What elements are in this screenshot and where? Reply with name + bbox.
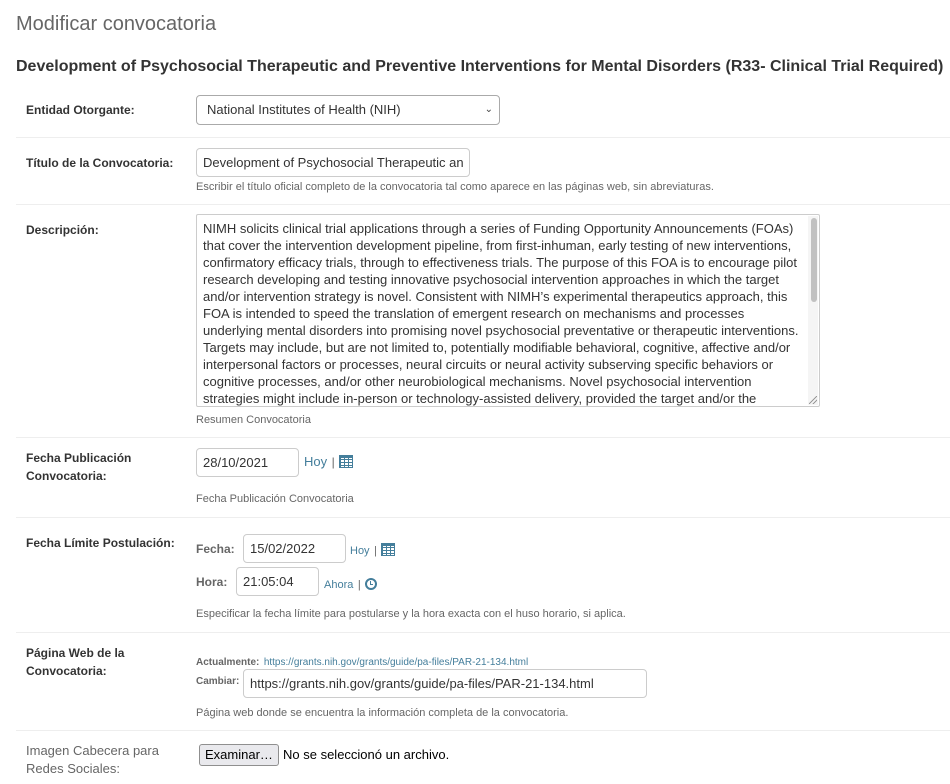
page-title: Modificar convocatoria <box>16 13 217 35</box>
header-image-label: Imagen Cabecera para Redes Sociales: <box>26 743 159 776</box>
pub-date-label: Fecha Publicación Convocatoria: <box>26 451 132 483</box>
deadline-help: Especificar la fecha límite para postula… <box>196 608 626 620</box>
deadline-time-separator: | <box>357 579 361 591</box>
chevron-down-icon: ⌄ <box>484 104 493 115</box>
webpage-current-link[interactable]: https://grants.nih.gov/grants/guide/pa-f… <box>264 657 528 668</box>
description-row: Descripción: NIMH solicits clinical tria… <box>16 204 950 438</box>
webpage-current: Actualmente: https://grants.nih.gov/gran… <box>196 652 528 670</box>
header-image-row: Imagen Cabecera para Redes Sociales: Exa… <box>16 730 950 784</box>
deadline-date-input[interactable]: 15/02/2022 <box>243 534 346 563</box>
pub-date-today-link[interactable]: Hoy <box>304 454 327 469</box>
deadline-row: Fecha Límite Postulación: Fecha: 15/02/2… <box>16 517 950 633</box>
deadline-time-label: Hora: <box>196 575 228 589</box>
entity-row: Entidad Otorgante: National Institutes o… <box>16 80 950 138</box>
title-label: Título de la Convocatoria: <box>26 156 174 170</box>
description-scroll-thumb[interactable] <box>811 218 817 302</box>
webpage-url-input[interactable]: https://grants.nih.gov/grants/guide/pa-f… <box>243 669 647 698</box>
deadline-now-link[interactable]: Ahora <box>324 579 353 591</box>
clock-icon[interactable] <box>365 577 378 590</box>
calendar-icon[interactable] <box>381 543 396 557</box>
webpage-row: Página Web de la Convocatoria: Actualmen… <box>16 632 950 731</box>
deadline-today-link[interactable]: Hoy <box>350 545 370 557</box>
file-status: No se seleccionó un archivo. <box>283 747 450 762</box>
pub-date-separator: | <box>331 455 335 469</box>
pub-date-help: Fecha Publicación Convocatoria <box>196 493 354 505</box>
deadline-date-separator: | <box>374 545 377 557</box>
entity-label: Entidad Otorgante: <box>26 103 135 117</box>
description-label: Descripción: <box>26 223 99 237</box>
webpage-help: Página web donde se encuentra la informa… <box>196 707 569 719</box>
grant-title: Development of Psychosocial Therapeutic … <box>16 58 944 75</box>
title-help: Escribir el título oficial completo de l… <box>196 181 714 193</box>
pub-date-input[interactable]: 28/10/2021 <box>196 448 299 477</box>
resize-grip-icon[interactable] <box>809 396 817 404</box>
webpage-current-label: Actualmente: <box>196 657 260 668</box>
title-row: Título de la Convocatoria: Development o… <box>16 137 950 205</box>
description-text: NIMH solicits clinical trial application… <box>203 221 799 406</box>
calendar-icon[interactable] <box>339 455 354 469</box>
entity-select-value: National Institutes of Health (NIH) <box>207 102 401 117</box>
deadline-date-label: Fecha: <box>196 542 235 556</box>
description-help: Resumen Convocatoria <box>196 414 311 426</box>
title-input[interactable]: Development of Psychosocial Therapeutic … <box>196 148 470 177</box>
deadline-label: Fecha Límite Postulación: <box>26 536 175 550</box>
deadline-date-shortcuts: Hoy | <box>350 541 396 559</box>
entity-select[interactable]: National Institutes of Health (NIH) ⌄ <box>196 95 500 125</box>
description-textarea[interactable]: NIMH solicits clinical trial application… <box>196 214 820 407</box>
browse-file-button[interactable]: Examinar… <box>199 744 279 766</box>
pub-date-shortcuts: Hoy | <box>304 453 354 471</box>
webpage-change-label: Cambiar: <box>196 676 240 687</box>
deadline-time-input[interactable]: 21:05:04 <box>236 567 319 596</box>
pub-date-row: Fecha Publicación Convocatoria: 28/10/20… <box>16 437 950 518</box>
deadline-time-shortcuts: Ahora | <box>324 575 378 593</box>
webpage-label: Página Web de la Convocatoria: <box>26 646 125 678</box>
